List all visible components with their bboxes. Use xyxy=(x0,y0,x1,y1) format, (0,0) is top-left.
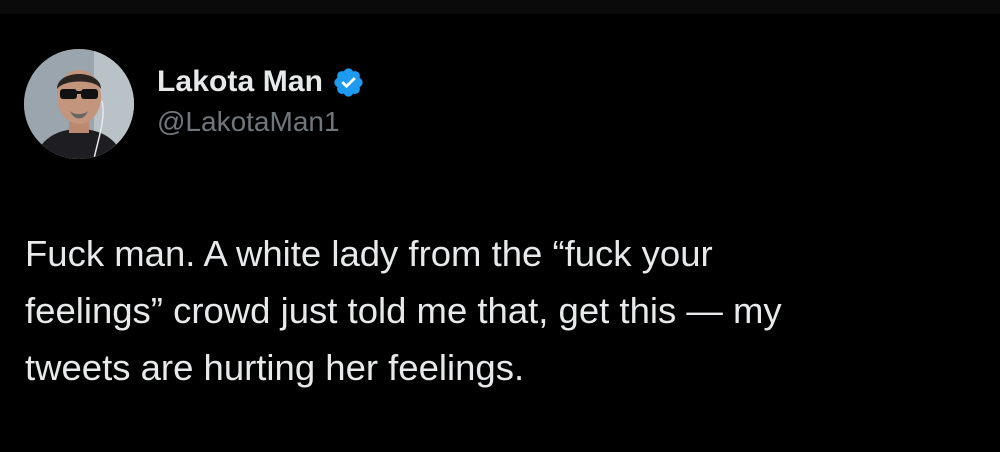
avatar[interactable] xyxy=(24,49,134,159)
avatar-image xyxy=(24,49,134,159)
author-info: Lakota Man @LakotaMan1 xyxy=(157,62,365,138)
display-name[interactable]: Lakota Man xyxy=(157,65,323,99)
verified-badge-icon xyxy=(332,66,365,99)
name-row: Lakota Man xyxy=(157,62,365,102)
top-strip xyxy=(0,0,1000,14)
tweet-text: Fuck man. A white lady from the “fuck yo… xyxy=(25,233,782,388)
handle[interactable]: @LakotaMan1 xyxy=(157,106,365,138)
tweet-card: Lakota Man @LakotaMan1 Fuck man. A white… xyxy=(0,0,1000,452)
